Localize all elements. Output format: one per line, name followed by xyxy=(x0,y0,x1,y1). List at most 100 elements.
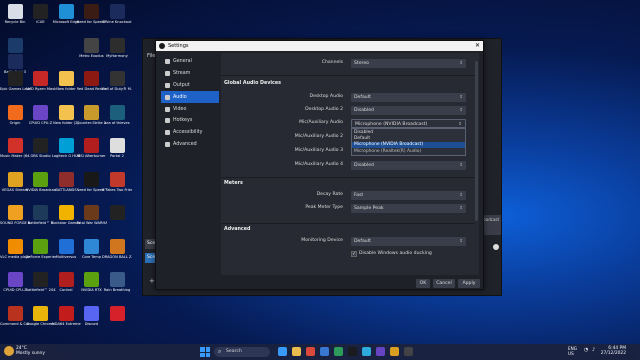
desktop-icon[interactable]: Logitech G HUB xyxy=(52,138,80,158)
desktop-icon[interactable]: SOUND FORGE Audi... xyxy=(0,205,30,225)
weather-icon[interactable] xyxy=(4,346,14,356)
app-icon xyxy=(58,104,74,120)
desktop-icon[interactable]: BATTLANDS xyxy=(53,171,79,192)
desktop-icon[interactable]: Core Temp xyxy=(79,238,105,259)
audio-device-select[interactable]: Disabled ⇕ xyxy=(351,106,466,115)
desktop-icon[interactable]: Need for Speed™ xyxy=(77,171,107,192)
desktop-icon[interactable]: Origin xyxy=(2,104,28,125)
desktop-icon[interactable] xyxy=(104,305,130,322)
apply-button[interactable]: Apply xyxy=(458,279,480,288)
audio-device-row: Desktop Audio Default ⇕ xyxy=(221,93,471,102)
weather-widget[interactable]: 24°C Mostly sunny xyxy=(16,346,45,356)
add-scene-button[interactable]: + xyxy=(149,277,155,285)
sidebar-item-hotkeys[interactable]: Hotkeys xyxy=(161,115,219,127)
desktop-icon[interactable]: Battlefield™ V xyxy=(28,205,54,225)
decay-rate-select[interactable]: Fast ⇕ xyxy=(351,191,466,200)
desktop-icon[interactable]: NVIDIA RTX xyxy=(79,272,105,292)
desktop-icon[interactable]: Command & Conquer™ xyxy=(0,305,30,326)
settings-gear-icon[interactable] xyxy=(493,244,499,250)
dropdown-option[interactable]: Microphone (Realtek(R) Audio) xyxy=(352,148,465,154)
desktop-icon[interactable]: sea of thieves xyxy=(104,104,130,125)
sidebar-item-stream[interactable]: Stream xyxy=(161,68,219,80)
monitoring-row: Monitoring Device Default ⇕ xyxy=(221,237,471,246)
ok-button[interactable]: OK xyxy=(416,279,430,288)
desktop-icon[interactable]: Battlefield™ 2042 xyxy=(26,272,56,292)
desktop-icon[interactable]: Recycle Bin xyxy=(2,4,28,24)
desktop-icon[interactable]: VEGAS Stream xyxy=(2,171,28,192)
desktop-icon[interactable]: VLC media player xyxy=(0,238,30,259)
audio-device-select[interactable]: Disabled ⇕ xyxy=(351,161,466,170)
desktop-icon[interactable]: DRAGON BALL Z... xyxy=(102,238,132,259)
sidebar-item-advanced[interactable]: Advanced xyxy=(161,139,219,151)
desktop-icon[interactable]: NVIDIA Broadcast xyxy=(26,171,56,192)
channels-label: Channels xyxy=(321,60,343,65)
desktop-icon[interactable]: Epic Games Launcher xyxy=(0,71,30,91)
taskbar-app-icon[interactable] xyxy=(334,347,343,356)
taskbar-app-icon[interactable] xyxy=(292,347,301,356)
lang-text: ENG US xyxy=(568,346,578,356)
scrollbar[interactable] xyxy=(475,61,478,221)
desktop-icon[interactable]: AMD Ryzen Master xyxy=(26,71,56,91)
desktop-icon[interactable]: Google Chrome xyxy=(27,305,54,326)
sidebar-item-audio[interactable]: Audio xyxy=(161,91,219,104)
desktop-icon[interactable]: Portal 2 xyxy=(104,138,130,158)
language-indicator[interactable]: ENG US xyxy=(568,346,578,356)
taskbar-app-icon[interactable] xyxy=(404,347,413,356)
taskbar-search[interactable]: ⌕ Search xyxy=(214,347,270,357)
desktop-icon[interactable]: Call of Duty® M... xyxy=(102,71,132,91)
desktop-icon[interactable]: New folder (2) xyxy=(53,104,79,125)
desktop-icon[interactable]: Total War WARHAM... xyxy=(77,205,107,225)
desktop-icon[interactable]: AIDA64 Extreme xyxy=(51,305,81,326)
sidebar-item-accessibility[interactable]: Accessibility xyxy=(161,127,219,139)
audio-device-select[interactable]: Default ⇕ xyxy=(351,93,466,102)
close-icon[interactable]: ✕ xyxy=(475,42,480,49)
channels-select[interactable]: Stereo ⇕ xyxy=(351,59,466,68)
app-icon xyxy=(109,71,125,86)
desktop-icon[interactable]: Microsoft Edge xyxy=(53,4,79,24)
desktop-icon[interactable]: Need for Speed™ Heat xyxy=(77,4,107,24)
desktop-icon[interactable]: iCUE xyxy=(28,4,54,24)
sidebar-item-output[interactable]: Output xyxy=(161,80,219,92)
desktop-icon[interactable]: OBS Studio xyxy=(28,138,54,158)
desktop-icon[interactable]: Rain Breathing xyxy=(104,272,130,292)
desktop-icon[interactable]: New folder xyxy=(53,71,79,91)
desktop-icon[interactable]: CPUID CPU-Z xyxy=(2,272,28,292)
desktop-icon[interactable]: GeForce Experience xyxy=(26,238,56,259)
desktop-icon[interactable]: Multiversus xyxy=(53,238,79,259)
volume-icon[interactable]: ♪ xyxy=(592,348,595,353)
output-icon xyxy=(165,82,170,88)
desktop-icon[interactable]: Discord xyxy=(79,305,105,326)
taskbar-app-icon[interactable] xyxy=(362,347,371,356)
sidebar-item-video[interactable]: Video xyxy=(161,103,219,115)
cancel-button[interactable]: Cancel xyxy=(433,279,455,288)
desktop-icon[interactable]: CPUID CPU-Z xyxy=(28,104,54,125)
audio-device-select[interactable]: Microphone (NVIDIA Broadcast) ⇕ xyxy=(351,119,466,128)
mic-device-dropdown[interactable]: Disabled Default Microphone (NVIDIA Broadc… xyxy=(351,128,466,156)
desktop-icon[interactable]: Control xyxy=(53,272,79,292)
clock[interactable]: 6:44 PM 27/12/2022 xyxy=(601,346,626,356)
taskbar-app-icon[interactable] xyxy=(306,347,315,356)
taskbar-app-icon[interactable] xyxy=(390,347,399,356)
start-button[interactable] xyxy=(200,347,210,357)
app-icon xyxy=(109,37,125,53)
taskbar-app-icon[interactable] xyxy=(376,347,385,356)
desktop-icon[interactable]: Music Maker (64-Bit) xyxy=(0,138,30,158)
desktop-icon[interactable]: Divine Knockout xyxy=(102,4,132,24)
desktop-icon[interactable]: MyHarmony xyxy=(104,37,130,58)
taskbar-app-icon[interactable] xyxy=(348,347,357,356)
desktop-icon[interactable]: Counter-Strike 2 xyxy=(77,104,106,125)
wifi-icon[interactable]: ◔ xyxy=(584,348,588,353)
taskbar-app-icon[interactable] xyxy=(320,347,329,356)
desktop-icon[interactable]: Rockstar Games ... xyxy=(51,205,81,225)
ducking-checkbox[interactable]: ✓ xyxy=(351,251,357,257)
app-icon xyxy=(109,138,125,153)
taskbar-app-icon[interactable] xyxy=(278,347,287,356)
desktop-icon[interactable] xyxy=(104,205,130,221)
sidebar-item-general[interactable]: General xyxy=(161,56,219,68)
desktop-icon[interactable]: Red Dead Redemption xyxy=(77,71,107,91)
monitoring-select[interactable]: Default ⇕ xyxy=(351,237,466,246)
desktop-icon[interactable]: It Takes Two Friend's Pass xyxy=(102,171,132,192)
desktop-icon[interactable]: Metro Exodus xyxy=(79,37,105,58)
peak-meter-select[interactable]: Sample Peak ⇕ xyxy=(351,204,466,213)
desktop-icon[interactable]: MSI Afterburner xyxy=(77,138,106,158)
